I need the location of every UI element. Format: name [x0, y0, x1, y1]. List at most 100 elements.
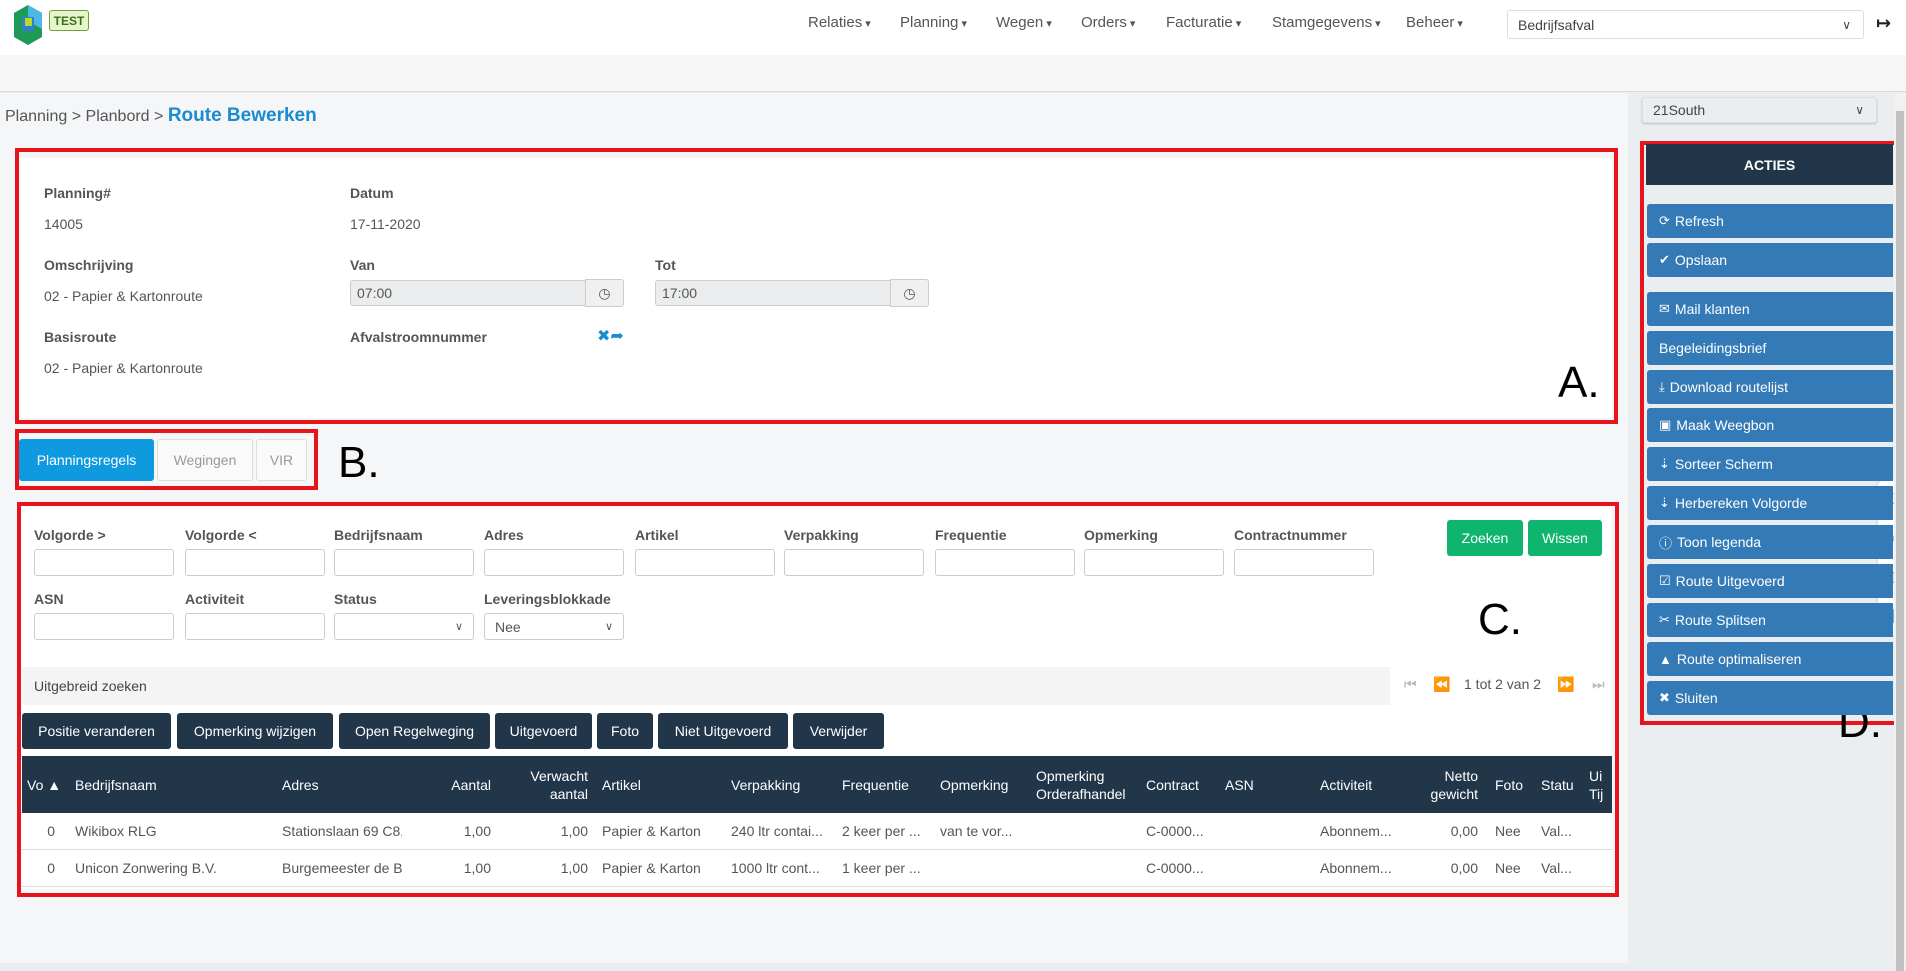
column-header[interactable]: Aantal — [422, 756, 491, 813]
filter-input[interactable] — [1084, 549, 1224, 576]
table-cell: Val... — [1541, 823, 1572, 839]
action-download-routelijst-button[interactable]: ⤓ Download routelijst — [1647, 370, 1893, 404]
filter-input[interactable] — [185, 613, 325, 640]
nav-orders[interactable]: Orders — [1081, 14, 1135, 31]
action-refresh-button[interactable]: ⟳ Refresh — [1647, 204, 1893, 238]
check-icon: ✔ — [1659, 252, 1670, 267]
advanced-search-toggle[interactable]: Uitgebreid zoeken — [22, 667, 1390, 705]
filter-label: Opmerking — [1084, 527, 1158, 543]
clear-share-icon[interactable]: ✖➦ — [597, 326, 624, 346]
logout-icon[interactable]: ↦ — [1876, 13, 1891, 34]
nav-relaties[interactable]: Relaties — [808, 14, 871, 31]
filter-input[interactable] — [185, 549, 325, 576]
action-maak-weegbon-button[interactable]: ▣ Maak Weegbon — [1647, 408, 1893, 442]
table-row[interactable]: 0 Wikibox RLG Stationslaan 69 C8, ... 1,00 1… — [22, 813, 1612, 850]
tot-time-input[interactable]: 17:00 — [655, 280, 891, 306]
planning-value: 14005 — [44, 216, 83, 232]
van-time-input[interactable]: 07:00 — [350, 280, 586, 306]
action-label: Herbereken Volgorde — [1674, 495, 1808, 511]
company-select[interactable]: Bedrijfsafval ∨ — [1507, 10, 1864, 39]
filter-select-value: Nee — [495, 618, 521, 635]
last-page-icon[interactable]: ⏭ — [1592, 676, 1605, 693]
nav-planning[interactable]: Planning — [900, 14, 967, 31]
actions-title: ACTIES — [1646, 144, 1893, 185]
column-header[interactable]: Activiteit — [1320, 756, 1420, 813]
first-page-icon[interactable]: ⏮ — [1404, 676, 1417, 693]
nav-facturatie[interactable]: Facturatie — [1166, 14, 1241, 31]
tab-vir[interactable]: VIR — [256, 439, 307, 481]
column-header[interactable]: Ui Tij — [1589, 756, 1609, 813]
clear-button[interactable]: Wissen — [1528, 520, 1602, 556]
action-route-optimaliseren-button[interactable]: ▲ Route optimaliseren — [1647, 642, 1893, 676]
column-header[interactable]: Bedrijfsnaam — [75, 756, 225, 813]
filter-input[interactable] — [635, 549, 775, 576]
table-cell: van te vor... — [940, 823, 1013, 839]
scrollbar-thumb[interactable] — [1896, 111, 1904, 971]
tab-wegingen[interactable]: Wegingen — [157, 439, 253, 481]
filter-input[interactable] — [784, 549, 924, 576]
action-sorteer-scherm-button[interactable]: ⇣ Sorteer Scherm — [1647, 447, 1893, 481]
breadcrumb-planbord[interactable]: Planbord — [86, 108, 150, 125]
action-sluiten-button[interactable]: ✖ Sluiten — [1647, 681, 1893, 715]
column-header[interactable]: ASN — [1225, 756, 1305, 813]
clock-icon[interactable]: ◷ — [890, 279, 929, 307]
column-header[interactable]: Adres — [282, 756, 402, 813]
open-weighing-button[interactable]: Open Regelweging — [339, 713, 490, 749]
nav-stamgegevens[interactable]: Stamgegevens — [1272, 14, 1381, 31]
column-header[interactable]: Vo ▲ — [27, 756, 67, 813]
nav-beheer[interactable]: Beheer — [1406, 14, 1463, 31]
column-header[interactable]: Netto gewicht — [1428, 756, 1478, 813]
breadcrumb-planning[interactable]: Planning — [5, 108, 67, 125]
filter-select[interactable]: ∨ — [334, 613, 474, 640]
table-row[interactable]: 0 Unicon Zonwering B.V. Burgemeester de Br… — [22, 850, 1612, 887]
executed-button[interactable]: Uitgevoerd — [495, 713, 592, 749]
action-begeleidingsbrief-button[interactable]: Begeleidingsbrief — [1647, 331, 1893, 365]
clock-icon[interactable]: ◷ — [585, 279, 624, 307]
photo-button[interactable]: Foto — [597, 713, 653, 749]
table-cell: 2 keer per ... — [842, 823, 921, 839]
scrollbar[interactable] — [1894, 93, 1906, 971]
environment-badge: TEST — [49, 10, 89, 31]
search-button[interactable]: Zoeken — [1447, 520, 1523, 556]
filter-input[interactable] — [34, 549, 174, 576]
not-executed-button[interactable]: Niet Uitgevoerd — [658, 713, 788, 749]
column-header[interactable]: Verpakking — [731, 756, 841, 813]
edit-remark-button[interactable]: Opmerking wijzigen — [177, 713, 333, 749]
action-mail-klanten-button[interactable]: ✉ Mail klanten — [1647, 292, 1893, 326]
column-header[interactable]: Opmerking — [940, 756, 1030, 813]
filter-input[interactable] — [34, 613, 174, 640]
column-header[interactable]: Opmerking Orderafhandel — [1036, 756, 1144, 813]
filter-input[interactable] — [484, 549, 624, 576]
column-header[interactable]: Contract — [1146, 756, 1221, 813]
filter-label: Activiteit — [185, 591, 245, 607]
action-herbereken-volgorde-button[interactable]: ⇣ Herbereken Volgorde — [1647, 486, 1893, 520]
filter-input[interactable] — [334, 549, 474, 576]
app-logo[interactable] — [14, 5, 42, 45]
delete-button[interactable]: Verwijder — [793, 713, 884, 749]
tab-planningsregels[interactable]: Planningsregels — [19, 439, 154, 481]
filter-select[interactable]: Nee ∨ — [484, 613, 624, 640]
action-route-uitgevoerd-button[interactable]: ☑ Route Uitgevoerd — [1647, 564, 1893, 598]
column-header[interactable]: Foto — [1495, 756, 1537, 813]
sort-icon: ⇣ — [1659, 495, 1670, 510]
change-position-button[interactable]: Positie veranderen — [22, 713, 171, 749]
action-toon-legenda-button[interactable]: ⓘ Toon legenda — [1647, 525, 1893, 559]
action-opslaan-button[interactable]: ✔ Opslaan — [1647, 243, 1893, 277]
top-navbar: TEST Relaties Planning Wegen Orders Fact… — [0, 0, 1906, 55]
filter-input[interactable] — [1234, 549, 1374, 576]
filter-input[interactable] — [935, 549, 1075, 576]
branch-select[interactable]: 21South ∨ — [1642, 97, 1877, 123]
table-cell: Nee — [1495, 823, 1521, 839]
prev-page-icon[interactable]: ⏪ — [1433, 676, 1450, 693]
nav-wegen[interactable]: Wegen — [996, 14, 1052, 31]
column-header[interactable]: Artikel — [602, 756, 722, 813]
branch-select-value: 21South — [1653, 102, 1706, 118]
action-route-splitsen-button[interactable]: ✂ Route Splitsen — [1647, 603, 1893, 637]
column-header[interactable]: Statu — [1541, 756, 1581, 813]
omschrijving-label: Omschrijving — [44, 257, 134, 273]
annotation-label-a: A. — [1558, 358, 1600, 407]
column-header[interactable]: Verwacht aantal — [502, 756, 588, 813]
column-header[interactable]: Frequentie — [842, 756, 937, 813]
action-label: Maak Weegbon — [1676, 417, 1775, 433]
next-page-icon[interactable]: ⏩ — [1557, 676, 1574, 693]
